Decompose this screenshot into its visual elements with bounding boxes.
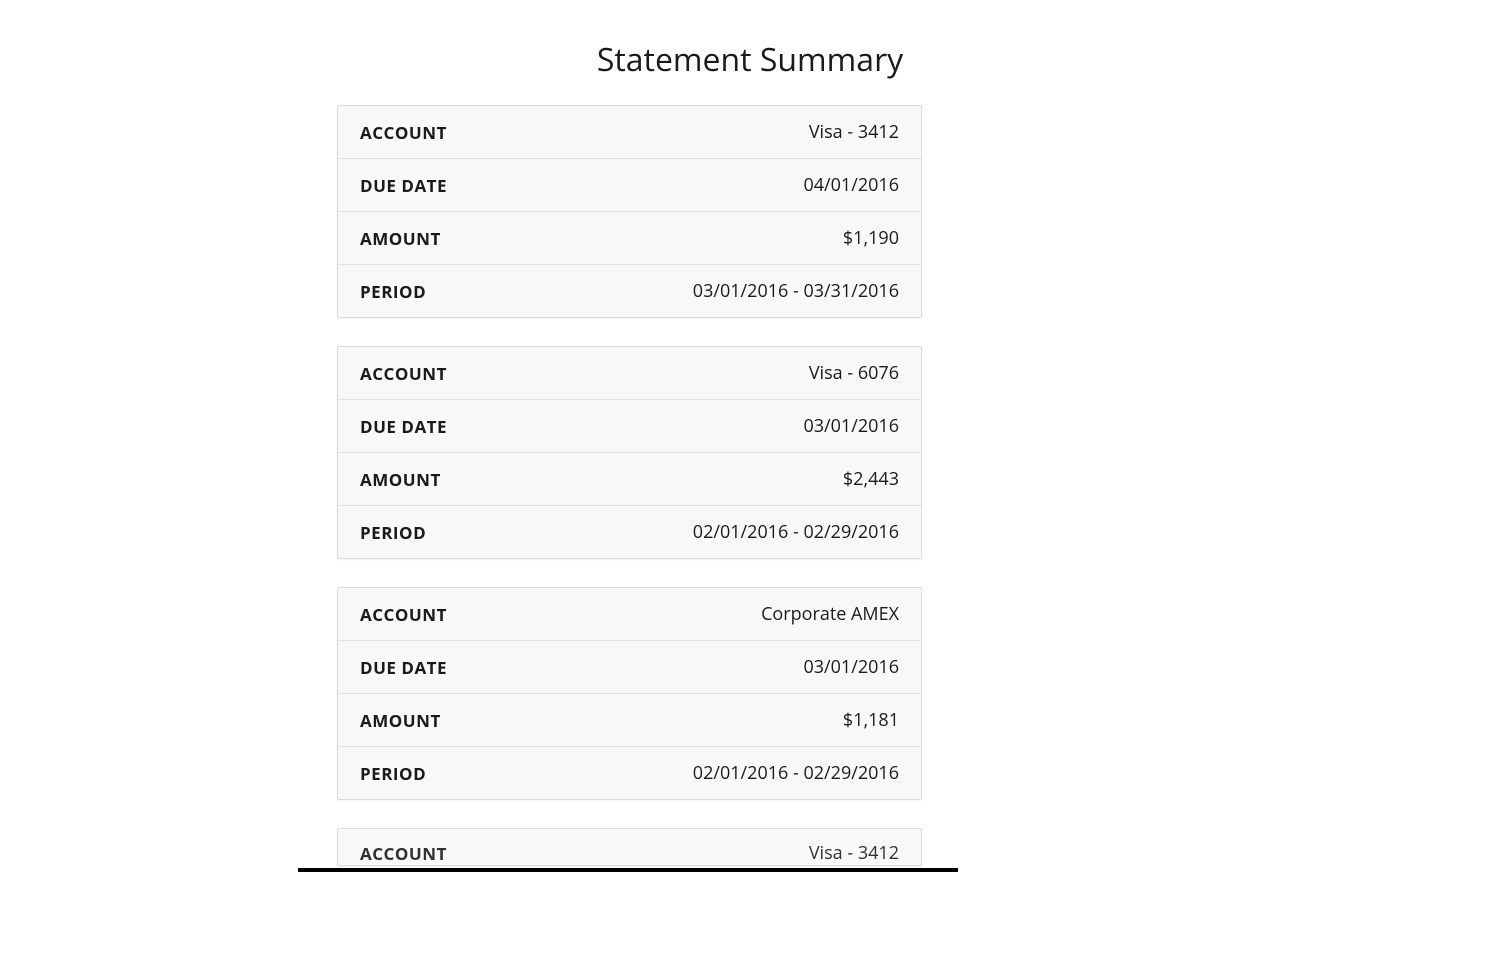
statement-row-due-date: DUE DATE 04/01/2016 <box>338 159 921 212</box>
page-container: Statement Summary ACCOUNT Visa - 3412 DU… <box>0 0 1500 969</box>
row-label-account: ACCOUNT <box>360 842 447 865</box>
statement-row-account: ACCOUNT Visa - 6076 <box>338 347 921 400</box>
statement-card: ACCOUNT Visa - 6076 DUE DATE 03/01/2016 … <box>337 346 922 559</box>
row-label-period: PERIOD <box>360 762 426 785</box>
statement-card: ACCOUNT Corporate AMEX DUE DATE 03/01/20… <box>337 587 922 800</box>
statement-row-due-date: DUE DATE 03/01/2016 <box>338 400 921 453</box>
statements-area: ACCOUNT Visa - 3412 DUE DATE 04/01/2016 … <box>337 105 922 866</box>
row-label-account: ACCOUNT <box>360 362 447 385</box>
row-label-account: ACCOUNT <box>360 121 447 144</box>
row-value-period: 02/01/2016 - 02/29/2016 <box>693 761 899 785</box>
bottom-rule <box>298 868 958 872</box>
page-title: Statement Summary <box>0 38 1500 81</box>
statement-row-period: PERIOD 02/01/2016 - 02/29/2016 <box>338 506 921 558</box>
statement-row-account: ACCOUNT Corporate AMEX <box>338 588 921 641</box>
row-label-due-date: DUE DATE <box>360 656 447 679</box>
row-value-due-date: 03/01/2016 <box>803 655 899 679</box>
row-value-period: 02/01/2016 - 02/29/2016 <box>693 520 899 544</box>
statement-row-due-date: DUE DATE 03/01/2016 <box>338 641 921 694</box>
row-value-account: Visa - 3412 <box>809 841 899 865</box>
statement-row-amount: AMOUNT $2,443 <box>338 453 921 506</box>
row-label-amount: AMOUNT <box>360 709 441 732</box>
row-label-amount: AMOUNT <box>360 227 441 250</box>
row-label-amount: AMOUNT <box>360 468 441 491</box>
row-value-account: Visa - 6076 <box>809 361 899 385</box>
row-label-period: PERIOD <box>360 521 426 544</box>
row-value-amount: $1,190 <box>843 226 899 250</box>
statement-card: ACCOUNT Visa - 3412 DUE DATE 04/01/2016 … <box>337 105 922 318</box>
row-value-period: 03/01/2016 - 03/31/2016 <box>693 279 899 303</box>
row-value-account: Corporate AMEX <box>761 602 899 626</box>
statement-row-amount: AMOUNT $1,181 <box>338 694 921 747</box>
row-value-amount: $2,443 <box>843 467 899 491</box>
row-value-account: Visa - 3412 <box>809 120 899 144</box>
row-label-due-date: DUE DATE <box>360 415 447 438</box>
row-label-account: ACCOUNT <box>360 603 447 626</box>
row-value-amount: $1,181 <box>843 708 899 732</box>
row-value-due-date: 04/01/2016 <box>803 173 899 197</box>
statement-row-amount: AMOUNT $1,190 <box>338 212 921 265</box>
statement-row-period: PERIOD 02/01/2016 - 02/29/2016 <box>338 747 921 799</box>
statement-row-account: ACCOUNT Visa - 3412 <box>338 106 921 159</box>
statement-row-period: PERIOD 03/01/2016 - 03/31/2016 <box>338 265 921 317</box>
row-value-due-date: 03/01/2016 <box>803 414 899 438</box>
row-label-due-date: DUE DATE <box>360 174 447 197</box>
statement-row-account: ACCOUNT Visa - 3412 <box>338 829 921 866</box>
statement-card-cutoff: ACCOUNT Visa - 3412 <box>337 828 922 866</box>
row-label-period: PERIOD <box>360 280 426 303</box>
